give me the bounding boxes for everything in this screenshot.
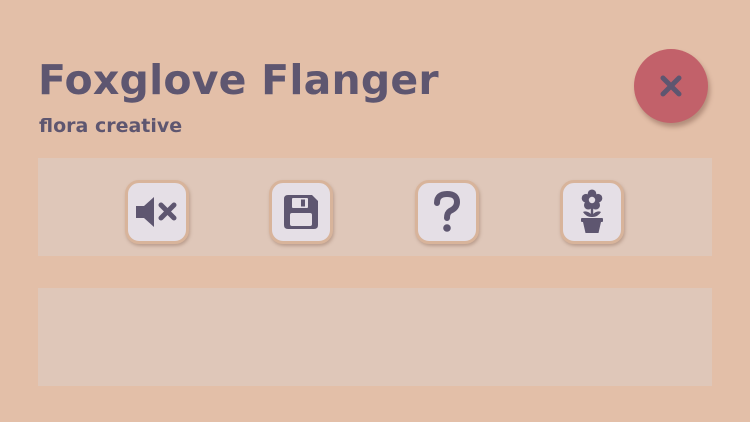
app-subtitle: flora creative [39,115,183,137]
close-icon [659,74,683,98]
content-panel [38,288,712,386]
flower-pot-icon [577,189,607,235]
help-button[interactable] [415,180,479,244]
toolbar-panel [38,158,712,256]
question-mark-icon [432,191,462,233]
floppy-disk-icon [282,193,320,231]
speaker-mute-icon [133,195,181,229]
save-button[interactable] [269,180,333,244]
app-title: Foxglove Flanger [38,56,439,104]
flower-button[interactable] [560,180,624,244]
mute-button[interactable] [125,180,189,244]
close-button[interactable] [634,49,708,123]
